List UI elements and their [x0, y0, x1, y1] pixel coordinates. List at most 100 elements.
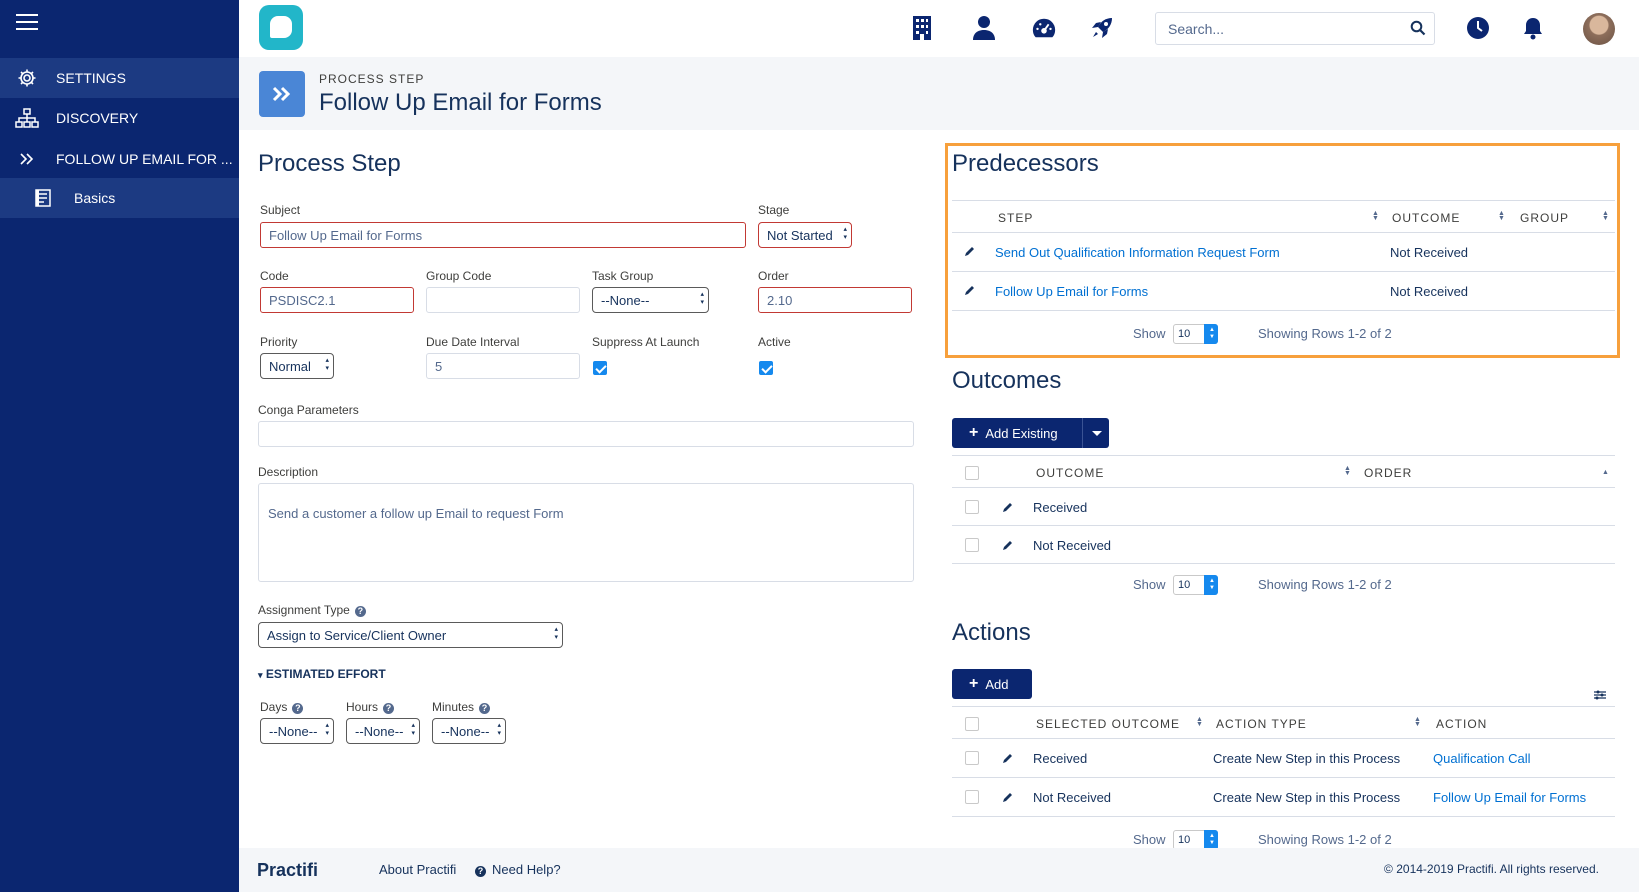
description-label: Description: [258, 465, 319, 479]
stage-select[interactable]: Not Started: [758, 222, 852, 248]
page-size-select[interactable]: 10 ▲ ▼: [1173, 324, 1218, 344]
predecessor-outcome: Not Received: [1390, 245, 1469, 260]
column-header-action-type[interactable]: ACTION TYPE: [1216, 717, 1307, 731]
column-header-outcome[interactable]: OUTCOME: [1036, 466, 1104, 480]
sort-icon[interactable]: ▲ ▼: [1498, 210, 1506, 222]
about-link[interactable]: About Practifi: [379, 862, 456, 877]
due-date-interval-field[interactable]: 5: [426, 353, 580, 379]
plus-icon: +: [969, 424, 979, 441]
outcomes-table-header: OUTCOME ▲ ▼ ORDER ▲: [952, 455, 1615, 488]
action-link[interactable]: Follow Up Email for Forms: [1433, 790, 1586, 805]
column-header-step[interactable]: STEP: [998, 211, 1033, 225]
building-icon[interactable]: [909, 14, 935, 42]
sort-icon[interactable]: ▲ ▼: [1344, 465, 1352, 477]
menu-icon[interactable]: [16, 14, 38, 32]
action-selected-outcome: Received: [1033, 751, 1088, 766]
select-all-checkbox[interactable]: [965, 466, 979, 480]
order-field[interactable]: 2.10: [758, 287, 912, 313]
hours-select[interactable]: --None--: [346, 718, 420, 744]
conga-parameters-field[interactable]: [258, 421, 914, 447]
practifi-logo[interactable]: [259, 5, 303, 50]
search-placeholder: Search...: [1168, 21, 1225, 37]
predecessor-step-link[interactable]: Send Out Qualification Information Reque…: [995, 245, 1280, 260]
page-size-select[interactable]: 10 ▲ ▼: [1173, 830, 1218, 850]
action-link[interactable]: Qualification Call: [1433, 751, 1531, 766]
add-existing-dropdown-button[interactable]: [1082, 418, 1109, 448]
edit-pencil-icon[interactable]: [1002, 791, 1014, 806]
sort-ascending-icon[interactable]: ▲: [1602, 469, 1610, 476]
row-checkbox[interactable]: [965, 500, 979, 514]
suppress-at-launch-checkbox[interactable]: [593, 361, 607, 375]
subject-field[interactable]: Follow Up Email for Forms: [260, 222, 746, 248]
add-label: Add: [985, 676, 1009, 692]
help-icon[interactable]: ?: [292, 703, 304, 714]
sidebar-item-follow-up-email[interactable]: FOLLOW UP EMAIL FOR ...: [0, 139, 239, 179]
subject-label: Subject: [260, 203, 301, 217]
sort-icon[interactable]: ▲ ▼: [1414, 716, 1422, 728]
description-textarea[interactable]: Send a customer a follow up Email to req…: [258, 483, 914, 582]
page-size-select[interactable]: 10 ▲ ▼: [1173, 575, 1218, 595]
sidebar-item-discovery[interactable]: DISCOVERY: [0, 98, 239, 138]
page-eyebrow: PROCESS STEP: [319, 72, 425, 86]
dashboard-gauge-icon[interactable]: [1031, 14, 1057, 42]
assignment-type-select[interactable]: Assign to Service/Client Owner: [258, 622, 563, 648]
sort-icon[interactable]: ▲ ▼: [1196, 716, 1204, 728]
search-icon[interactable]: [1410, 20, 1426, 39]
help-icon[interactable]: ?: [479, 703, 491, 714]
add-action-button[interactable]: + Add: [952, 669, 1032, 699]
column-header-outcome[interactable]: OUTCOME: [1392, 211, 1460, 225]
column-header-action[interactable]: ACTION: [1436, 717, 1487, 731]
edit-pencil-icon[interactable]: [1002, 752, 1014, 767]
group-code-field[interactable]: [426, 287, 580, 313]
select-all-checkbox[interactable]: [965, 717, 979, 731]
edit-pencil-icon[interactable]: [1002, 501, 1014, 516]
sort-icon[interactable]: ▲ ▼: [1372, 210, 1380, 222]
column-settings-icon[interactable]: [1594, 687, 1606, 705]
need-help-link[interactable]: ? Need Help?: [475, 862, 561, 877]
add-existing-button[interactable]: + Add Existing: [952, 418, 1082, 448]
task-group-select[interactable]: --None--: [592, 287, 709, 313]
person-icon[interactable]: [971, 14, 997, 42]
row-checkbox[interactable]: [965, 538, 979, 552]
days-label: Days?: [260, 700, 304, 714]
double-chevron-right-icon: [14, 148, 40, 170]
column-header-order[interactable]: ORDER: [1364, 466, 1412, 480]
estimated-effort-toggle[interactable]: ▾ ESTIMATED EFFORT: [258, 667, 386, 681]
bell-icon[interactable]: [1520, 14, 1546, 42]
priority-select[interactable]: Normal: [260, 353, 334, 379]
code-field[interactable]: PSDISC2.1: [260, 287, 414, 313]
hours-value: --None--: [355, 724, 404, 739]
row-checkbox[interactable]: [965, 751, 979, 765]
rocket-icon[interactable]: [1089, 14, 1115, 42]
priority-value: Normal: [269, 359, 311, 374]
search-input[interactable]: Search...: [1155, 12, 1435, 45]
due-date-interval-value: 5: [435, 359, 443, 374]
predecessor-step-link[interactable]: Follow Up Email for Forms: [995, 284, 1148, 299]
need-help-label: Need Help?: [492, 862, 561, 877]
minutes-select[interactable]: --None--: [432, 718, 506, 744]
column-header-selected-outcome[interactable]: SELECTED OUTCOME: [1036, 717, 1180, 731]
edit-pencil-icon[interactable]: [1002, 539, 1014, 554]
edit-pencil-icon[interactable]: [964, 245, 976, 260]
showing-rows-text: Showing Rows 1-2 of 2: [1258, 577, 1392, 592]
edit-pencil-icon[interactable]: [964, 284, 976, 299]
help-icon[interactable]: ?: [354, 606, 366, 617]
clock-icon[interactable]: [1465, 14, 1491, 42]
avatar[interactable]: [1583, 13, 1615, 45]
code-value: PSDISC2.1: [269, 293, 336, 308]
footer-logo[interactable]: Practifi: [257, 860, 318, 881]
sort-icon[interactable]: ▲ ▼: [1602, 210, 1610, 222]
active-checkbox[interactable]: [759, 361, 773, 375]
sidebar-item-settings[interactable]: SETTINGS: [0, 58, 239, 98]
column-header-group[interactable]: GROUP: [1520, 211, 1569, 225]
row-checkbox[interactable]: [965, 790, 979, 804]
conga-parameters-label: Conga Parameters: [258, 403, 359, 417]
description-value: Send a customer a follow up Email to req…: [268, 506, 564, 521]
order-value: 2.10: [767, 293, 793, 308]
sidebar-item-basics[interactable]: Basics: [0, 178, 239, 218]
add-existing-label: Add Existing: [985, 425, 1058, 441]
help-icon[interactable]: ?: [383, 703, 395, 714]
sidebar-item-label: Basics: [74, 190, 116, 206]
days-select[interactable]: --None--: [260, 718, 334, 744]
minutes-label: Minutes?: [432, 700, 491, 714]
